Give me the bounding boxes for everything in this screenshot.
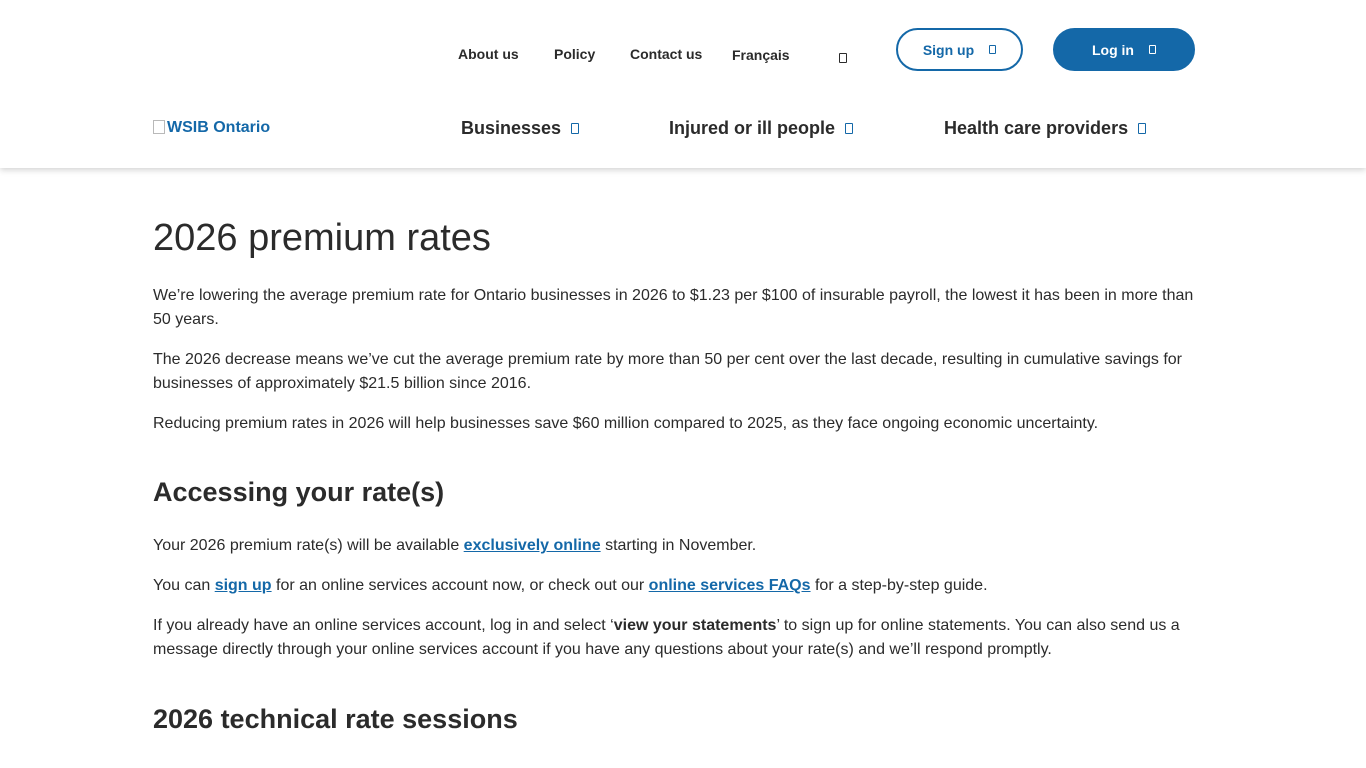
nav-injured-label: Injured or ill people	[669, 118, 836, 138]
site-header: About us Policy Contact us Français Sign…	[0, 0, 1366, 168]
log-in-button[interactable]: Log in	[1053, 28, 1195, 71]
chevron-down-icon	[1138, 123, 1147, 134]
policy-link[interactable]: Policy	[554, 46, 595, 62]
nav-injured-or-ill-people[interactable]: Injured or ill people	[669, 118, 854, 139]
about-us-link[interactable]: About us	[458, 46, 519, 62]
view-your-statements-text: view your statements	[613, 617, 777, 634]
nav-businesses[interactable]: Businesses	[461, 118, 580, 139]
sign-up-label: Sign up	[922, 41, 975, 58]
wsib-logo-link[interactable]: WSIB Ontario	[153, 119, 270, 137]
sign-up-inline-link[interactable]: sign up	[215, 577, 272, 594]
chevron-down-icon	[845, 123, 854, 134]
contact-us-link[interactable]: Contact us	[630, 46, 702, 62]
search-icon	[839, 52, 847, 63]
technical-rate-sessions-heading: 2026 technical rate sessions	[153, 704, 518, 734]
intro-paragraph-3: Reducing premium rates in 2026 will help…	[153, 415, 1099, 432]
text-segment: You can	[153, 577, 215, 594]
intro-paragraph-2: The 2026 decrease means we’ve cut the av…	[153, 351, 1182, 392]
utility-nav: About us Policy Contact us Français Sign…	[0, 0, 1366, 100]
accessing-rates-heading: Accessing your rate(s)	[153, 477, 445, 507]
nav-health-care-providers[interactable]: Health care providers	[944, 118, 1147, 139]
user-add-icon	[989, 45, 997, 54]
lock-icon	[1149, 45, 1156, 54]
accessing-paragraph-1: Your 2026 premium rate(s) will be availa…	[153, 534, 1198, 558]
text-segment: starting in November.	[600, 537, 757, 554]
accessing-paragraph-3: If you already have an online services a…	[153, 614, 1198, 662]
exclusively-online-link[interactable]: exclusively online	[464, 537, 601, 554]
text-segment: for an online services account now, or c…	[271, 577, 649, 594]
nav-businesses-label: Businesses	[461, 118, 562, 138]
search-button[interactable]	[839, 49, 851, 63]
online-services-faqs-link[interactable]: online services FAQs	[649, 577, 811, 594]
text-segment: Your 2026 premium rate(s) will be availa…	[153, 537, 464, 554]
language-toggle-link[interactable]: Français	[732, 47, 790, 63]
sign-up-button[interactable]: Sign up	[896, 28, 1023, 71]
intro-paragraph-1: We’re lowering the average premium rate …	[153, 287, 1194, 328]
accessing-paragraph-2: You can sign up for an online services a…	[153, 574, 1198, 598]
log-in-label: Log in	[1092, 41, 1134, 58]
nav-providers-label: Health care providers	[944, 118, 1129, 138]
chevron-down-icon	[571, 123, 580, 134]
logo-alt-text: WSIB Ontario	[167, 119, 271, 136]
page-title: 2026 premium rates	[153, 217, 491, 259]
text-segment: for a step-by-step guide.	[810, 577, 988, 594]
broken-image-icon	[153, 120, 165, 134]
text-segment: If you already have an online services a…	[153, 617, 614, 634]
